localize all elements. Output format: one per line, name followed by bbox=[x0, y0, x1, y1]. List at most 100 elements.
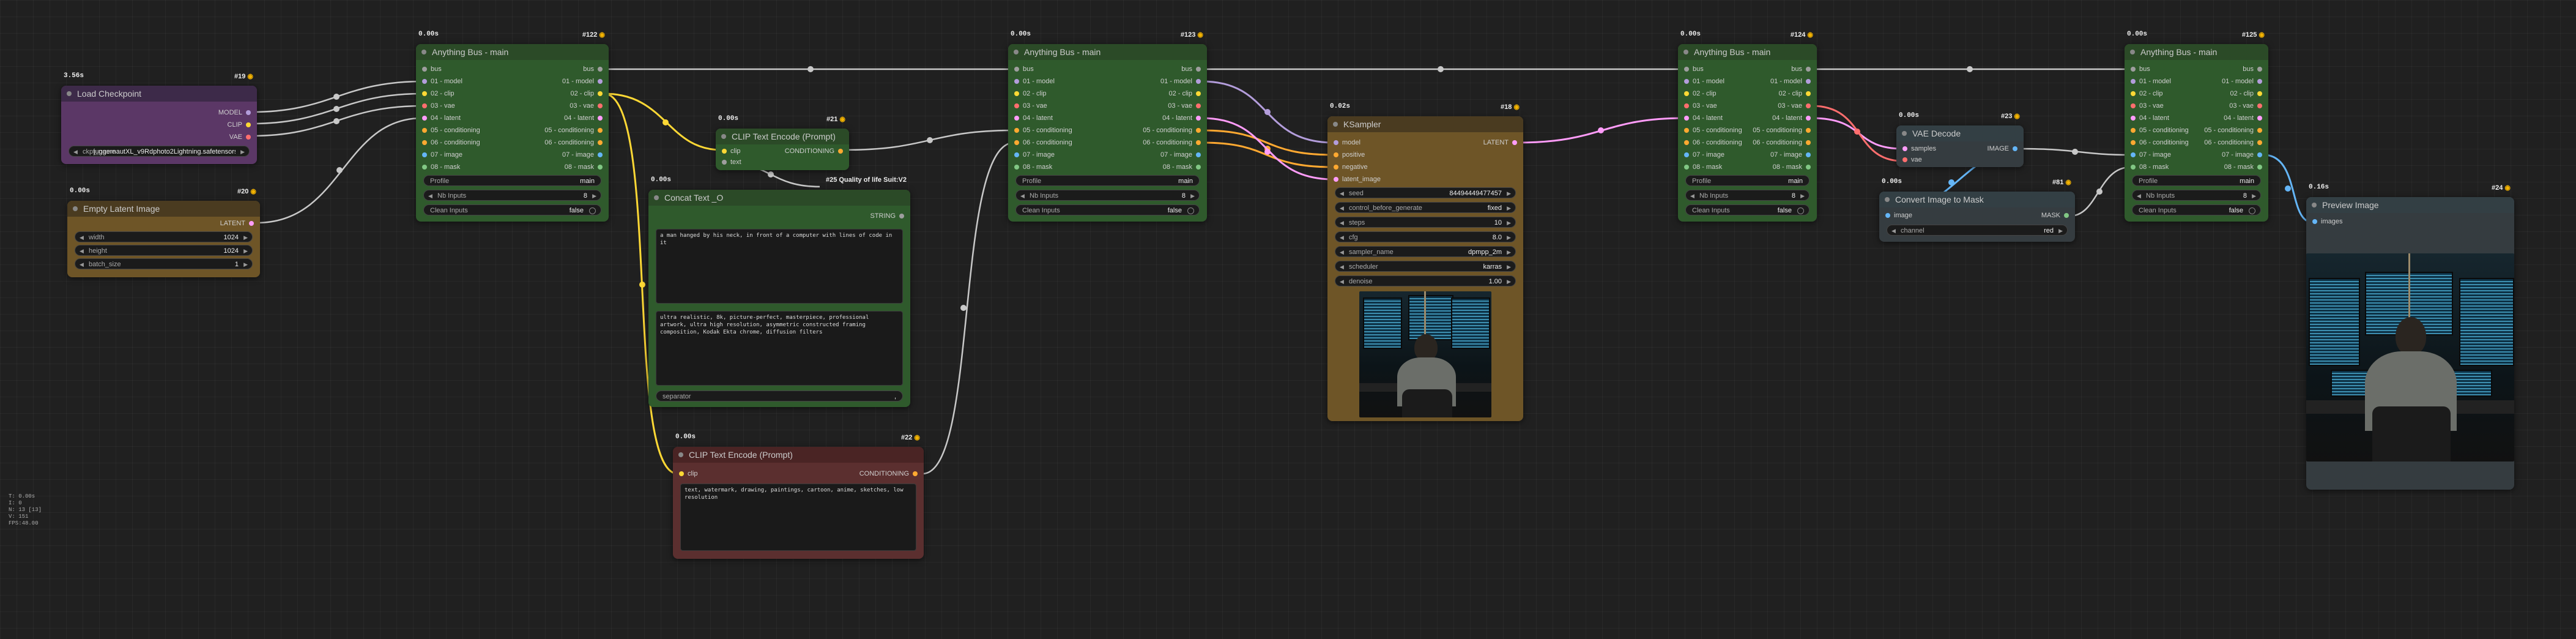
arrow-right-icon[interactable]: ▶ bbox=[243, 245, 248, 256]
nb-inputs-widget[interactable]: ◀ Nb Inputs 8 ▶ bbox=[423, 190, 601, 201]
bus-input-8[interactable]: 08 - mask bbox=[1014, 162, 1052, 173]
text2-textarea[interactable]: ultra realistic, 8k, picture-perfect, ma… bbox=[656, 311, 903, 386]
pin[interactable] bbox=[598, 103, 603, 108]
pin[interactable] bbox=[1806, 140, 1811, 145]
node-title[interactable]: Anything Bus - main bbox=[1678, 44, 1817, 60]
collapse-dot-icon[interactable] bbox=[2312, 203, 2317, 207]
arrow-left-icon[interactable]: ◀ bbox=[1340, 203, 1344, 214]
pin[interactable] bbox=[1806, 91, 1811, 96]
anything-bus-node-123[interactable]: 0.00s #123 ◉ Anything Bus - main bus bus 01 - … bbox=[1008, 31, 1207, 222]
output-image[interactable]: IMAGE bbox=[1988, 143, 2017, 154]
pin[interactable] bbox=[1196, 116, 1201, 121]
node-title[interactable]: CLIP Text Encode (Prompt) bbox=[716, 129, 849, 144]
bus-input-8[interactable]: 08 - mask bbox=[1684, 162, 1722, 173]
node-title[interactable]: Convert Image to Mask bbox=[1879, 192, 2075, 207]
profile-widget[interactable]: Profile main bbox=[1015, 175, 1200, 186]
output-clip[interactable]: CLIP bbox=[228, 119, 251, 130]
bus-input-5[interactable]: 05 - conditioning bbox=[422, 125, 480, 136]
arrow-right-icon[interactable]: ▶ bbox=[1507, 247, 1511, 258]
pin[interactable] bbox=[1196, 128, 1201, 133]
node-title[interactable]: KSampler bbox=[1327, 116, 1523, 132]
bus-input-1[interactable]: 01 - model bbox=[2131, 76, 2171, 87]
collapse-dot-icon[interactable] bbox=[1902, 131, 1907, 136]
pin[interactable] bbox=[1806, 152, 1811, 157]
pin[interactable] bbox=[1806, 116, 1811, 121]
arrow-right-icon[interactable]: ▶ bbox=[1190, 190, 1195, 201]
pin[interactable] bbox=[2131, 79, 2136, 84]
bus-input-7[interactable]: 07 - image bbox=[422, 149, 462, 160]
output-mask[interactable]: MASK bbox=[2041, 210, 2069, 221]
bus-input-2[interactable]: 02 - clip bbox=[422, 88, 455, 99]
nb-inputs-widget[interactable]: ◀ Nb Inputs 8 ▶ bbox=[1685, 190, 1810, 201]
preview-output-image[interactable] bbox=[2306, 253, 2514, 461]
pin[interactable] bbox=[1806, 67, 1811, 72]
pin[interactable] bbox=[1806, 103, 1811, 108]
profile-widget[interactable]: Profile main bbox=[423, 175, 601, 186]
pin[interactable] bbox=[598, 152, 603, 157]
pin[interactable] bbox=[1014, 67, 1019, 72]
arrow-left-icon[interactable]: ◀ bbox=[1690, 190, 1694, 201]
pin[interactable] bbox=[2131, 103, 2136, 108]
node-title[interactable]: Preview Image bbox=[2306, 197, 2514, 213]
pin[interactable] bbox=[422, 79, 427, 84]
pin[interactable] bbox=[422, 103, 427, 108]
bus-input-2[interactable]: 02 - clip bbox=[1684, 88, 1717, 99]
pin[interactable] bbox=[598, 91, 603, 96]
anything-bus-node-125[interactable]: 0.00s #125 ◉ Anything Bus - main bus bus 01 - … bbox=[2125, 31, 2268, 222]
bus-output-3[interactable]: 03 - vae bbox=[1168, 100, 1201, 111]
bus-output-1[interactable]: 01 - model bbox=[1770, 76, 1811, 87]
pin[interactable] bbox=[1014, 116, 1019, 121]
pin[interactable] bbox=[1334, 177, 1338, 182]
output-vae[interactable]: VAE bbox=[229, 132, 251, 143]
nb-inputs-widget[interactable]: ◀ Nb Inputs 8 ▶ bbox=[2132, 190, 2261, 201]
bus-output-6[interactable]: 06 - conditioning bbox=[1143, 137, 1201, 148]
pin[interactable] bbox=[246, 122, 251, 127]
bus-input-5[interactable]: 05 - conditioning bbox=[1014, 125, 1072, 136]
output-conditioning[interactable]: CONDITIONING bbox=[785, 146, 843, 157]
clean-inputs-toggle[interactable]: Clean Inputs false bbox=[1015, 204, 1200, 215]
batch-size-widget[interactable]: ◀ batch_size 1 ▶ bbox=[75, 258, 253, 269]
node-title[interactable]: VAE Decode bbox=[1896, 125, 2024, 141]
clean-inputs-toggle[interactable]: Clean Inputs false bbox=[2132, 204, 2261, 215]
pin[interactable] bbox=[1334, 140, 1338, 145]
pin[interactable] bbox=[2131, 152, 2136, 157]
scheduler-widget[interactable]: ◀ scheduler karras ▶ bbox=[1335, 261, 1516, 272]
pin[interactable] bbox=[2257, 91, 2262, 96]
pin[interactable] bbox=[1684, 103, 1689, 108]
bus-output-7[interactable]: 07 - image bbox=[2222, 149, 2262, 160]
input-model[interactable]: model bbox=[1334, 137, 1360, 148]
bus-input-0[interactable]: bus bbox=[422, 64, 442, 75]
bus-output-1[interactable]: 01 - model bbox=[2222, 76, 2262, 87]
arrow-left-icon[interactable]: ◀ bbox=[80, 245, 84, 256]
node-title[interactable]: CLIP Text Encode (Prompt) bbox=[673, 447, 924, 463]
pin[interactable] bbox=[598, 165, 603, 170]
pin[interactable] bbox=[1196, 79, 1201, 84]
bus-input-3[interactable]: 03 - vae bbox=[422, 100, 455, 111]
bus-input-4[interactable]: 04 - latent bbox=[2131, 113, 2169, 124]
node-title[interactable]: Anything Bus - main bbox=[1008, 44, 1207, 60]
input-image[interactable]: image bbox=[1885, 210, 1912, 221]
cfg-widget[interactable]: ◀ cfg 8.0 ▶ bbox=[1335, 231, 1516, 242]
pin[interactable] bbox=[1014, 91, 1019, 96]
input-positive[interactable]: positive bbox=[1334, 149, 1365, 160]
arrow-left-icon[interactable]: ◀ bbox=[1340, 232, 1344, 243]
bus-output-5[interactable]: 05 - conditioning bbox=[1753, 125, 1811, 136]
pin[interactable] bbox=[2131, 91, 2136, 96]
pin[interactable] bbox=[899, 214, 904, 219]
arrow-right-icon[interactable]: ▶ bbox=[240, 146, 245, 157]
node-title[interactable]: Load Checkpoint bbox=[61, 86, 257, 102]
output-string[interactable]: STRING bbox=[870, 211, 904, 222]
arrow-right-icon[interactable]: ▶ bbox=[243, 232, 248, 243]
bus-output-2[interactable]: 02 - clip bbox=[1168, 88, 1201, 99]
pin[interactable] bbox=[1196, 91, 1201, 96]
pin[interactable] bbox=[1014, 165, 1019, 170]
arrow-left-icon[interactable]: ◀ bbox=[1340, 261, 1344, 272]
pin[interactable] bbox=[1684, 91, 1689, 96]
pin[interactable] bbox=[1196, 152, 1201, 157]
arrow-left-icon[interactable]: ◀ bbox=[80, 232, 84, 243]
bus-output-0[interactable]: bus bbox=[1791, 64, 1811, 75]
arrow-left-icon[interactable]: ◀ bbox=[1340, 247, 1344, 258]
input-samples[interactable]: samples bbox=[1902, 143, 1936, 154]
pin[interactable] bbox=[422, 116, 427, 121]
bus-output-0[interactable]: bus bbox=[2243, 64, 2262, 75]
